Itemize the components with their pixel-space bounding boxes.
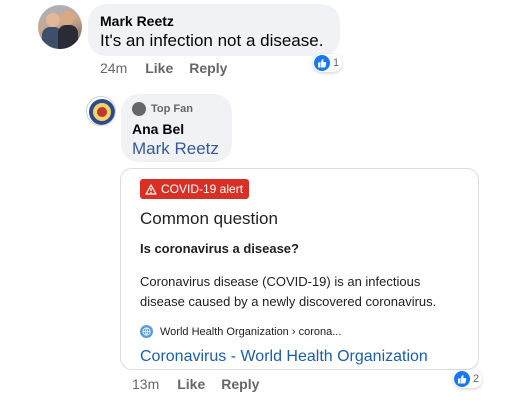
alert-label: COVID-19 alert: [161, 182, 244, 196]
reply-bubble: Top Fan Ana Bel Mark Reetz: [121, 94, 232, 162]
top-fan-badge: Top Fan: [132, 100, 221, 118]
reaction-count: 2: [473, 373, 480, 385]
thumbs-up-icon: [454, 371, 470, 387]
card-link-title[interactable]: Coronavirus - World Health Organization: [140, 346, 458, 368]
comment-actions: 24m Like Reply: [100, 60, 243, 76]
card-source[interactable]: World Health Organization › corona...: [140, 324, 458, 340]
card-answer: Coronavirus disease (COVID-19) is an inf…: [140, 273, 437, 309]
reply-timestamp[interactable]: 13m: [132, 376, 159, 392]
thumbs-up-icon: [314, 55, 330, 71]
comment-timestamp[interactable]: 24m: [100, 60, 127, 76]
reply-button[interactable]: Reply: [189, 60, 227, 76]
mention-link[interactable]: Mark Reetz: [132, 138, 221, 160]
avatar[interactable]: [86, 96, 116, 126]
reaction-summary[interactable]: 1: [313, 54, 343, 72]
covid-info-card[interactable]: COVID-19 alert Common question Is corona…: [120, 168, 479, 370]
comment-author[interactable]: Mark Reetz: [100, 12, 328, 30]
reply-button[interactable]: Reply: [221, 376, 259, 392]
card-heading: Common question: [140, 208, 278, 228]
source-text: World Health Organization › corona...: [160, 325, 342, 338]
comment-bubble: Mark Reetz It's an infection not a disea…: [88, 4, 340, 56]
reply-author[interactable]: Ana Bel: [132, 120, 221, 138]
globe-icon: [140, 325, 153, 338]
covid-alert-badge: COVID-19 alert: [140, 179, 250, 199]
comment-text: It's an infection not a disease.: [100, 31, 324, 50]
warning-triangle-icon: [145, 183, 157, 195]
like-button[interactable]: Like: [145, 60, 173, 76]
reply-actions: 13m Like Reply: [132, 376, 275, 392]
avatar[interactable]: [38, 5, 82, 49]
badge-label: Top Fan: [151, 103, 193, 115]
card-question: Is coronavirus a disease?: [140, 240, 299, 256]
reaction-count: 1: [333, 57, 340, 69]
reaction-summary[interactable]: 2: [453, 370, 483, 388]
top-fan-badge-icon: [132, 102, 146, 116]
like-button[interactable]: Like: [177, 376, 205, 392]
